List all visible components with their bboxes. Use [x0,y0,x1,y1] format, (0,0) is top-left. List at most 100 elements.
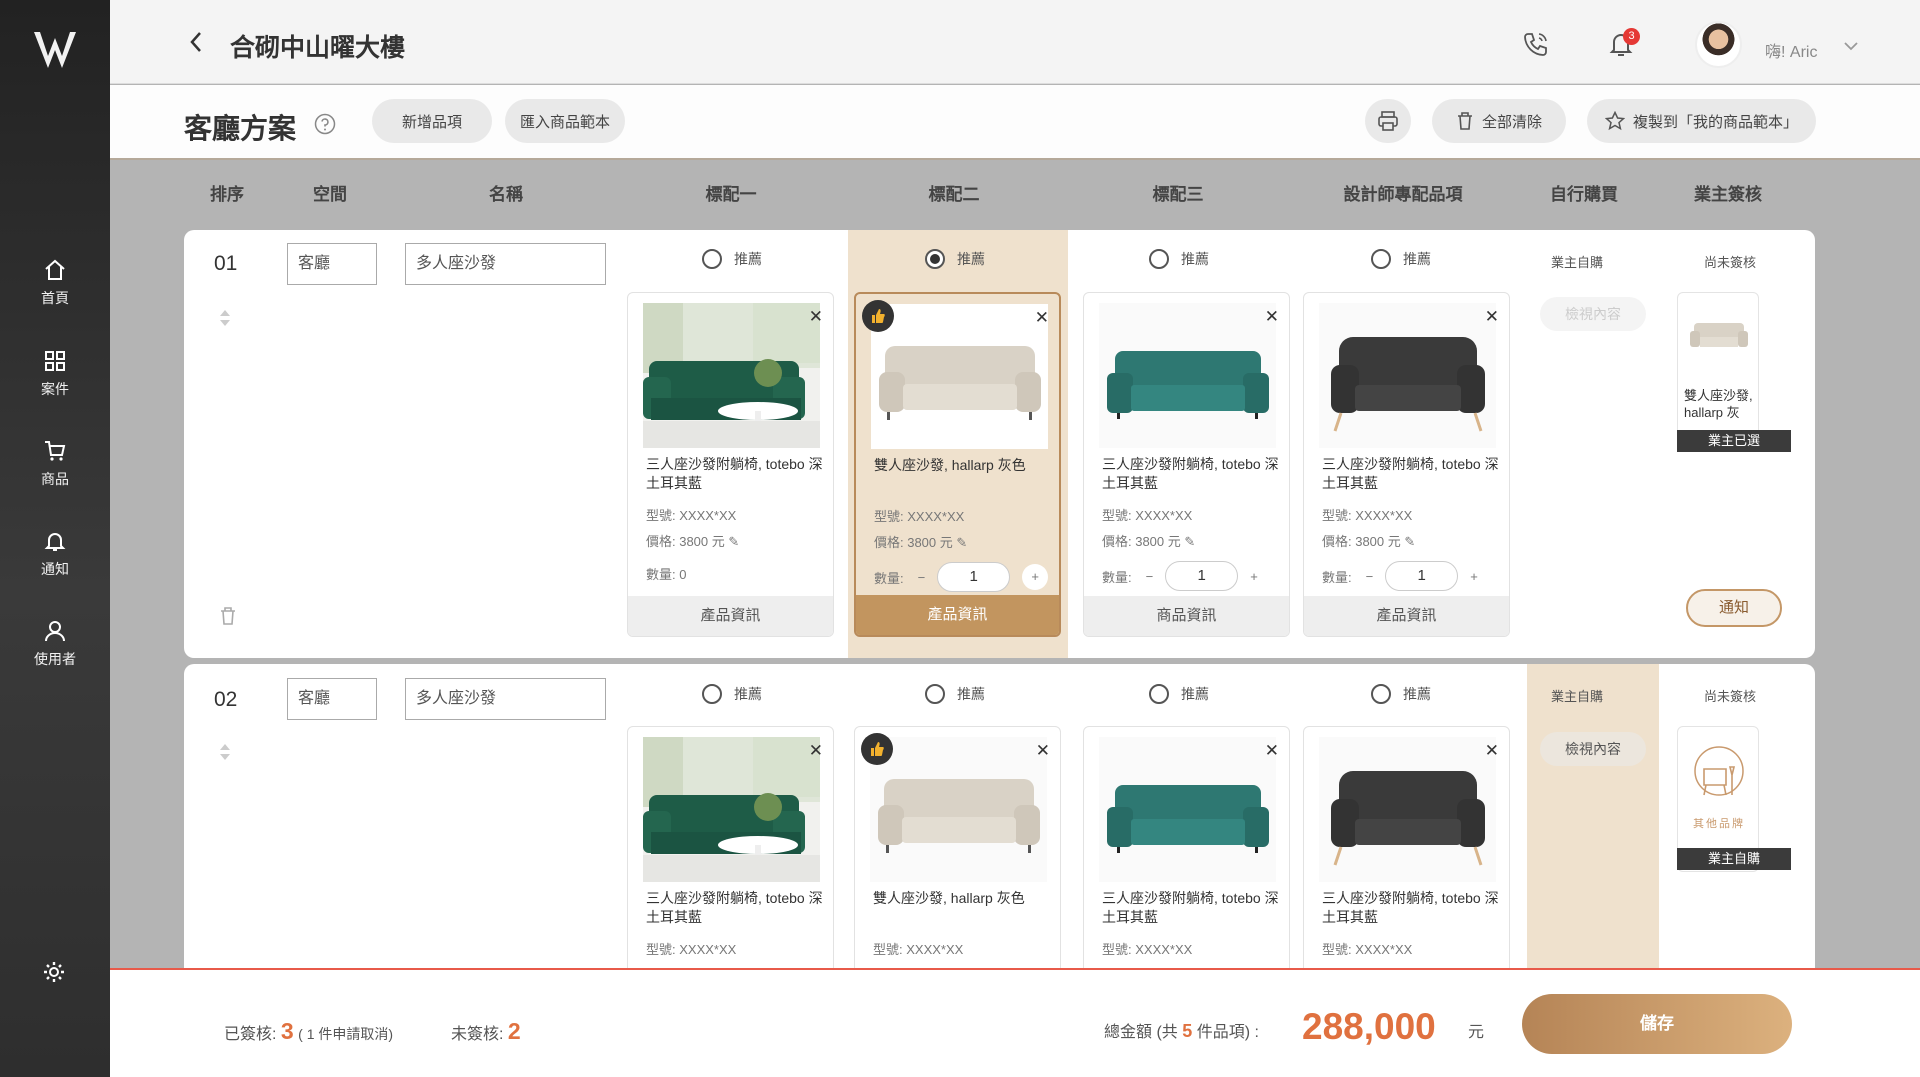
edit-icon[interactable]: ✎ [728,534,739,549]
recommend-radio[interactable]: 推薦 [1149,249,1209,269]
radio-label: 推薦 [1181,251,1209,267]
product-info-button[interactable]: 產品資訊 [856,595,1059,635]
plus-button[interactable]: + [1250,569,1258,584]
close-icon[interactable]: ✕ [1265,307,1279,327]
other-brand-label: 其他品牌 [1693,818,1745,830]
edit-icon[interactable]: ✎ [1184,534,1195,549]
save-button[interactable]: 儲存 [1522,994,1792,1054]
plus-button[interactable]: + [1022,564,1049,590]
recommend-radio[interactable]: 推薦 [702,249,762,269]
nav-item-home[interactable]: 首頁 [0,258,110,308]
total-suffix: 件品項) : [1196,1024,1259,1041]
back-arrow-icon[interactable] [188,30,204,54]
help-icon[interactable] [314,113,336,135]
print-button[interactable] [1365,99,1411,143]
trash-icon[interactable] [219,606,237,626]
qty-label: 數量: [1102,569,1132,585]
close-icon[interactable]: ✕ [809,307,823,327]
qty-label: 數量: [1322,569,1352,585]
unsigned-count: 2 [507,1018,521,1044]
row-index: 01 [214,252,238,275]
close-icon[interactable]: ✕ [1265,741,1279,761]
owner-selected-tag: 業主已選 [1677,430,1791,452]
minus-button[interactable]: − [918,570,926,585]
product-model: 型號: XXXX*XX [874,509,965,524]
recommend-radio[interactable]: 推薦 [1149,684,1209,704]
product-card[interactable]: ✕ 三人座沙發附躺椅, totebo 深土耳其藍 型號: XXXX*XX [627,726,834,984]
product-card-selected[interactable]: ✕ 雙人座沙發, hallarp 灰色 型號: XXXX*XX 價格: 3800… [854,292,1061,637]
gear-icon[interactable] [42,960,66,984]
product-card[interactable]: ✕ 三人座沙發附躺椅, totebo 深土耳其藍 型號: XXXX*XX 價格:… [1303,292,1510,637]
radio-circle [1371,684,1391,704]
edit-icon[interactable]: ✎ [1404,534,1415,549]
radio-circle [925,249,945,269]
product-card[interactable]: ✕ 三人座沙發附躺椅, totebo 深土耳其藍 型號: XXXX*XX [1083,726,1290,984]
nav-item-notifications[interactable]: 通知 [0,529,110,579]
copy-to-template-button[interactable]: 複製到「我的商品範本」 [1587,99,1816,143]
product-name: 三人座沙發附躺椅, totebo 深土耳其藍 [1322,890,1499,925]
recommend-radio[interactable]: 推薦 [1371,684,1431,704]
recommend-radio[interactable]: 推薦 [925,684,985,704]
summary-bar: 已簽核: 3 ( 1 件申請取消) 未簽核: 2 總金額 (共 5 件品項) :… [110,968,1920,1077]
brand-logo[interactable] [30,24,80,74]
product-card[interactable]: ✕ 雙人座沙發, hallarp 灰色 型號: XXXX*XX [854,726,1061,984]
product-card[interactable]: ✕ 三人座沙發附躺椅, totebo 深土耳其藍 型號: XXXX*XX 價格:… [1083,292,1290,637]
quantity-input[interactable]: 1 [1165,561,1239,591]
product-info-button[interactable]: 商品資訊 [1084,596,1289,636]
quantity-text: 數量: 0 [646,564,686,583]
phone-icon[interactable] [1522,30,1550,58]
product-model: 型號: XXXX*XX [646,508,737,523]
radio-label: 推薦 [734,251,762,267]
nav-label: 通知 [41,561,69,577]
name-field[interactable]: 多人座沙發 [405,678,606,720]
close-icon[interactable]: ✕ [1036,741,1050,761]
minus-button[interactable]: − [1366,569,1374,584]
notify-button[interactable]: 通知 [1686,589,1782,627]
recommend-radio[interactable]: 推薦 [925,249,985,269]
close-icon[interactable]: ✕ [809,741,823,761]
quantity-input[interactable]: 1 [937,562,1011,592]
radio-label: 推薦 [957,686,985,702]
quantity-input[interactable]: 1 [1385,561,1459,591]
edit-icon[interactable]: ✎ [956,535,967,550]
nav-item-users[interactable]: 使用者 [0,619,110,669]
avatar[interactable] [1695,21,1742,68]
product-info-button[interactable]: 產品資訊 [1304,596,1509,636]
chevron-down-icon[interactable] [1844,41,1858,51]
quantity-stepper: 數量: −1 + [1322,561,1478,591]
product-name: 三人座沙發附躺椅, totebo 深土耳其藍 [1102,456,1279,491]
column-header: 標配一 [705,185,757,204]
product-name: 三人座沙發附躺椅, totebo 深土耳其藍 [1102,890,1279,925]
signed-count: 3 [280,1018,294,1044]
space-field[interactable]: 客廳 [287,678,377,720]
name-field[interactable]: 多人座沙發 [405,243,606,285]
product-card[interactable]: ✕ 三人座沙發附躺椅, totebo 深土耳其藍 型號: XXXX*XX 價格:… [627,292,834,637]
radio-label: 推薦 [1403,251,1431,267]
view-content-button[interactable]: 檢視內容 [1540,732,1646,766]
product-name: 三人座沙發附躺椅, totebo 深土耳其藍 [646,890,823,925]
recommend-radio[interactable]: 推薦 [702,684,762,704]
product-image [870,737,1047,882]
space-field[interactable]: 客廳 [287,243,377,285]
close-icon[interactable]: ✕ [1485,307,1499,327]
sort-handle-icon[interactable] [218,742,232,762]
self-buy-label: 業主自購 [1550,689,1603,704]
minus-button[interactable]: − [1146,569,1154,584]
item-count: 5 [1182,1021,1193,1041]
recommend-radio[interactable]: 推薦 [1371,249,1431,269]
product-info-button[interactable]: 產品資訊 [628,596,833,636]
plus-button[interactable]: + [1470,569,1478,584]
nav-item-cases[interactable]: 案件 [0,349,110,399]
owner-choice-card[interactable]: 雙人座沙發, hallarp 灰色... [1677,292,1759,438]
clear-all-button[interactable]: 全部清除 [1432,99,1566,143]
import-template-button[interactable]: 匯入商品範本 [505,99,625,143]
nav-item-products[interactable]: 商品 [0,439,110,489]
quantity-stepper: 數量: −1 + [874,562,1049,592]
close-icon[interactable]: ✕ [1035,308,1049,328]
user-greeting[interactable]: 嗨! Aric [1765,38,1817,62]
add-item-button[interactable]: 新增品項 [372,99,492,143]
user-icon [45,621,65,642]
sort-handle-icon[interactable] [218,308,232,328]
product-card[interactable]: ✕ 三人座沙發附躺椅, totebo 深土耳其藍 型號: XXXX*XX [1303,726,1510,984]
close-icon[interactable]: ✕ [1485,741,1499,761]
